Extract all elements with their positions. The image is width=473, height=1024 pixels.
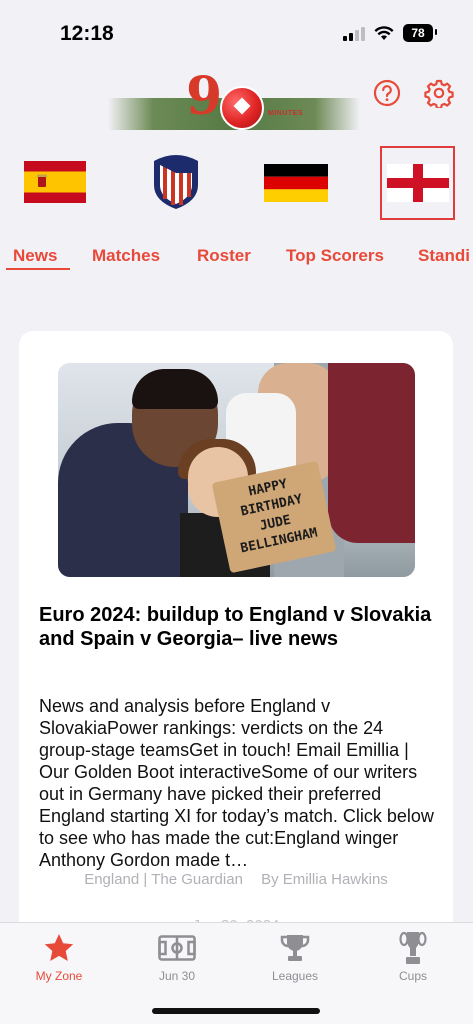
england-flag-icon <box>386 164 449 202</box>
tabbar-leagues[interactable]: Leagues <box>245 931 345 983</box>
germany-flag-icon <box>264 164 328 202</box>
tab-roster[interactable]: Roster <box>197 246 251 266</box>
cellular-signal-icon <box>343 25 365 41</box>
ball-icon <box>220 86 264 130</box>
star-icon <box>44 934 74 961</box>
article-photo: HAPPY BIRTHDAY JUDE BELLINGHAM <box>58 363 415 577</box>
article-summary: News and analysis before England v Slova… <box>39 696 434 870</box>
tab-news[interactable]: News <box>13 246 57 266</box>
tab-top-scorers[interactable]: Top Scorers <box>286 246 384 266</box>
active-tab-indicator <box>6 268 70 270</box>
gear-icon <box>424 79 454 108</box>
help-button[interactable] <box>372 78 402 108</box>
tabbar-matches-date[interactable]: Jun 30 <box>127 931 227 983</box>
tabbar-my-zone[interactable]: My Zone <box>9 931 109 983</box>
battery-indicator: 78 <box>403 24 437 42</box>
team-spain[interactable] <box>24 161 86 203</box>
team-germany[interactable] <box>264 164 328 202</box>
article-author: By Emillia Hawkins <box>261 871 388 888</box>
app-header: 9 MINUTES <box>0 62 473 138</box>
section-tabs: News Matches Roster Top Scorers Standi <box>0 244 473 276</box>
tabbar-cups[interactable]: Cups <box>363 931 463 983</box>
app-logo: 9 MINUTES <box>108 68 360 132</box>
teams-selector <box>0 146 473 220</box>
home-indicator <box>152 1008 320 1014</box>
atletico-crest-icon <box>154 155 198 209</box>
settings-button[interactable] <box>424 78 454 108</box>
status-bar: 12:18 78 <box>0 0 473 60</box>
article-meta: England | The Guardian By Emillia Hawkin… <box>19 871 453 888</box>
team-england[interactable] <box>380 146 455 220</box>
cup-icon <box>399 931 427 964</box>
status-icons: 78 <box>343 24 437 42</box>
help-icon <box>373 79 401 107</box>
tab-matches[interactable]: Matches <box>92 246 160 266</box>
pitch-icon <box>158 935 196 961</box>
spain-flag-icon <box>24 161 86 203</box>
tab-standings[interactable]: Standi <box>418 246 470 266</box>
article-source: England | The Guardian <box>84 871 243 888</box>
news-card[interactable]: HAPPY BIRTHDAY JUDE BELLINGHAM Euro 2024… <box>19 331 453 951</box>
status-time: 12:18 <box>60 22 114 45</box>
article-headline[interactable]: Euro 2024: buildup to England v Slovakia… <box>39 603 439 651</box>
team-atletico-madrid[interactable] <box>150 150 202 212</box>
trophy-icon <box>280 935 310 961</box>
wifi-icon <box>374 25 394 40</box>
